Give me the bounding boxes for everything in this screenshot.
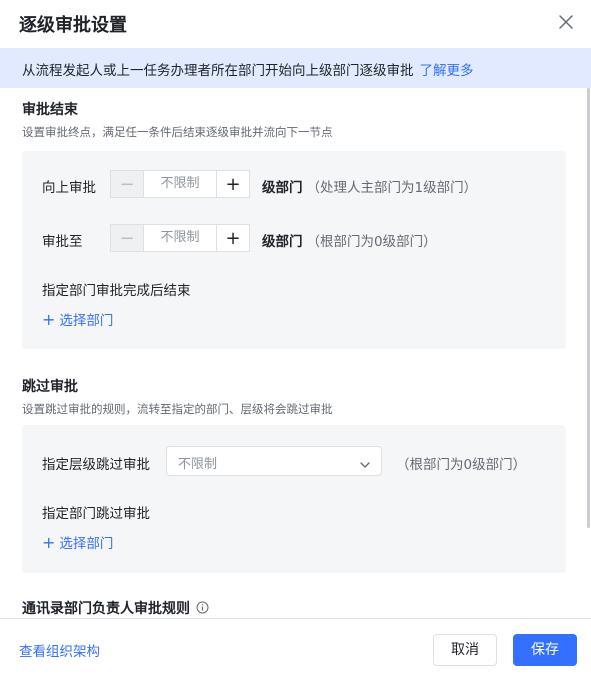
select-dept-label: 选择部门 xyxy=(59,536,114,552)
up-approval-label: 向上审批 xyxy=(42,180,96,196)
unit-hint: （处理人主部门为1级部门） xyxy=(306,180,478,196)
view-org-link[interactable]: 查看组织架构 xyxy=(19,640,100,660)
dept-end-label: 指定部门审批完成后结束 xyxy=(42,283,191,299)
close-icon[interactable] xyxy=(556,12,576,32)
increment-button[interactable]: + xyxy=(216,225,249,251)
cancel-button[interactable]: 取消 xyxy=(433,634,497,666)
skip-desc: 设置跳过审批的规则，流转至指定的部门、层级将会跳过审批 xyxy=(22,402,333,416)
save-button[interactable]: 保存 xyxy=(513,634,577,666)
approval-settings-dialog: 逐级审批设置 从流程发起人或上一任务办理者所在部门开始向上级部门逐级审批 了解更多… xyxy=(0,0,591,678)
select-dept-link[interactable]: + 选择部门 xyxy=(42,532,113,552)
approve-to-unit: 级部门 （根部门为0级部门） xyxy=(262,230,437,250)
unit-label: 级部门 xyxy=(262,234,303,250)
unit-label: 级部门 xyxy=(262,180,303,196)
learn-more-link[interactable]: 了解更多 xyxy=(420,63,474,79)
select-dept-link[interactable]: + 选择部门 xyxy=(42,309,113,329)
dialog-title: 逐级审批设置 xyxy=(19,15,127,36)
plus-icon: + xyxy=(42,310,56,329)
increment-button[interactable]: + xyxy=(216,171,249,197)
skip-panel: 指定层级跳过审批 不限制 （根部门为0级部门） 指定部门跳过审批 + 选择部门 xyxy=(22,425,566,573)
contacts-rule-label: 通讯录部门负责人审批规则 xyxy=(22,601,190,617)
approval-end-desc: 设置审批终点，满足任一条件后结束逐级审批并流向下一节点 xyxy=(22,125,333,139)
notice-banner: 从流程发起人或上一任务办理者所在部门开始向上级部门逐级审批 了解更多 xyxy=(0,48,591,88)
approve-to-label: 审批至 xyxy=(42,234,83,250)
skip-dept-label: 指定部门跳过审批 xyxy=(42,506,150,522)
unit-hint: （根部门为0级部门） xyxy=(306,234,437,250)
decrement-button[interactable]: − xyxy=(111,171,144,197)
info-icon[interactable] xyxy=(196,601,209,618)
notice-message: 从流程发起人或上一任务办理者所在部门开始向上级部门逐级审批 xyxy=(22,63,414,79)
skip-level-select[interactable]: 不限制 xyxy=(166,446,382,476)
contacts-rule-title: 通讯录部门负责人审批规则 xyxy=(22,598,209,618)
skip-title: 跳过审批 xyxy=(22,379,78,395)
up-approval-value[interactable]: 不限制 xyxy=(144,171,216,197)
select-dept-label: 选择部门 xyxy=(59,313,114,329)
skip-level-value: 不限制 xyxy=(178,457,218,472)
skip-level-hint: （根部门为0级部门） xyxy=(396,457,527,473)
dialog-header: 逐级审批设置 xyxy=(0,0,591,48)
up-approval-unit: 级部门 （处理人主部门为1级部门） xyxy=(262,176,477,196)
notice-text: 从流程发起人或上一任务办理者所在部门开始向上级部门逐级审批 了解更多 xyxy=(22,59,474,79)
up-approval-stepper: − 不限制 + xyxy=(110,170,250,198)
approve-to-stepper: − 不限制 + xyxy=(110,224,250,252)
decrement-button[interactable]: − xyxy=(111,225,144,251)
chevron-down-icon xyxy=(359,456,371,475)
skip-level-label: 指定层级跳过审批 xyxy=(42,457,150,473)
approve-to-value[interactable]: 不限制 xyxy=(144,225,216,251)
dialog-footer: 查看组织架构 取消 保存 xyxy=(0,618,591,678)
approval-end-title: 审批结束 xyxy=(22,102,78,118)
skip-level-hint-wrap: （根部门为0级部门） xyxy=(396,453,526,473)
approval-end-panel: 向上审批 − 不限制 + 级部门 （处理人主部门为1级部门） 审批至 − 不限制 … xyxy=(22,151,566,349)
scrollbar[interactable] xyxy=(587,88,590,528)
plus-icon: + xyxy=(42,533,56,552)
